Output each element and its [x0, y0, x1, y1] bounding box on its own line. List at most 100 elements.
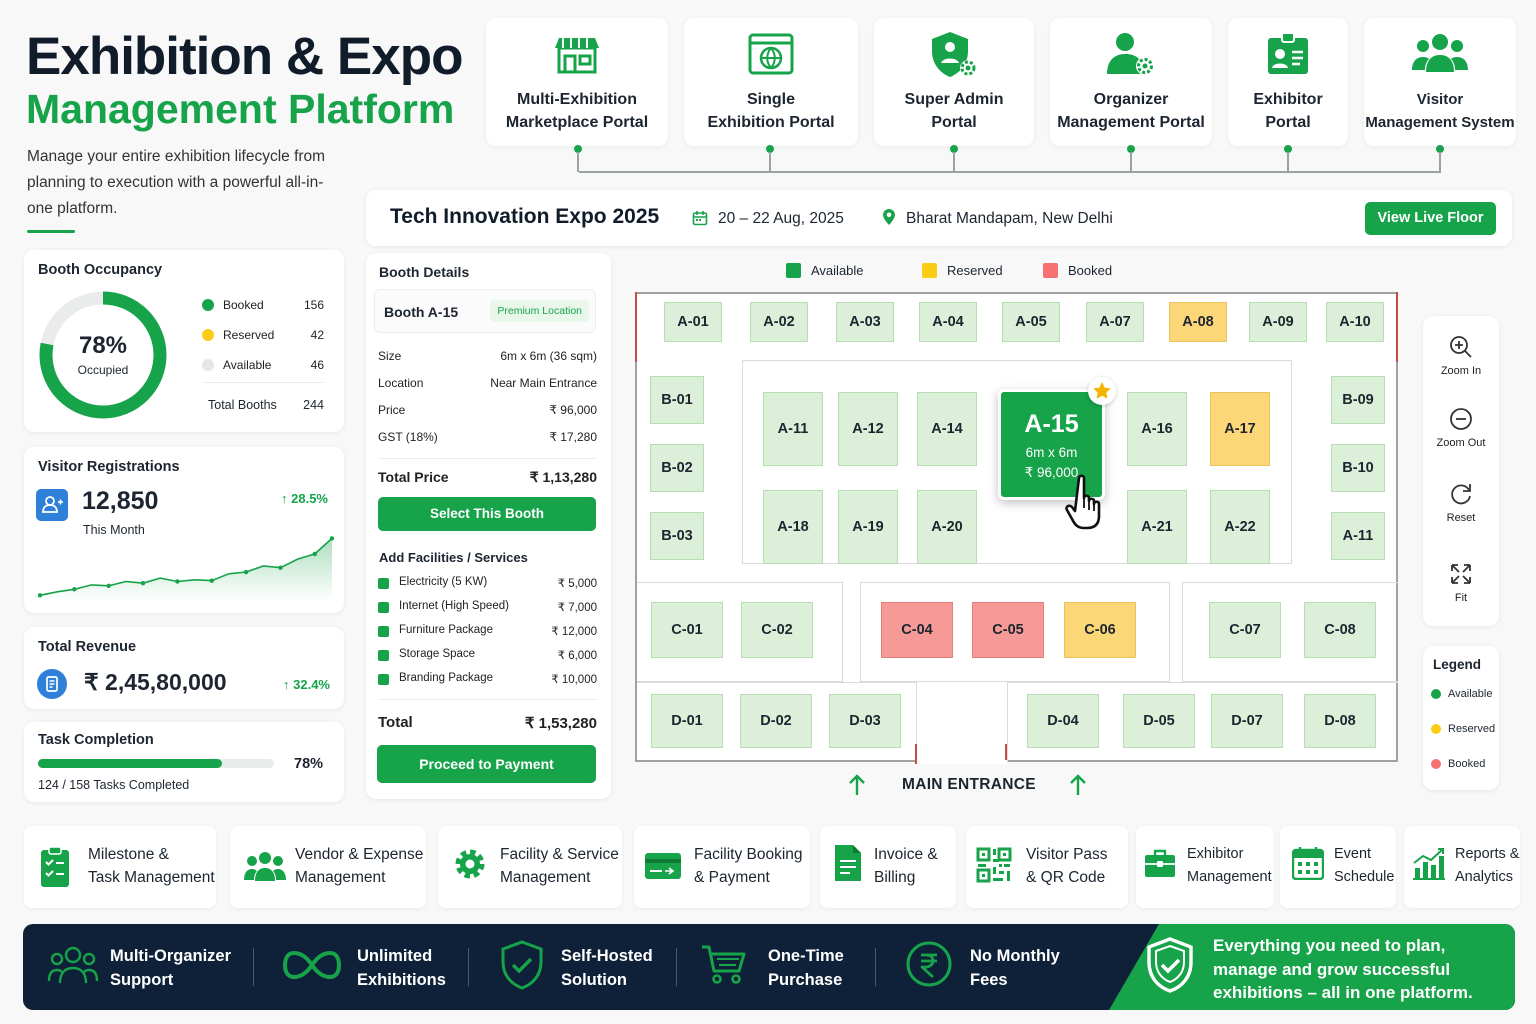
trend-point [329, 536, 335, 541]
feature-facility-service[interactable]: Facility & Service Management [438, 826, 622, 908]
booth-a-20[interactable]: A-20 [917, 490, 977, 564]
booth-a-10[interactable]: A-10 [1326, 302, 1384, 342]
revenue-change: ↑ 32.4% [283, 677, 330, 692]
reset-button[interactable]: Reset [1423, 481, 1499, 524]
booth-c-08[interactable]: C-08 [1304, 602, 1376, 658]
task-progress-track [38, 759, 274, 768]
portal-card-single[interactable]: Single Exhibition Portal [684, 18, 858, 146]
booth-b-03[interactable]: B-03 [650, 512, 704, 560]
booth-a-03[interactable]: A-03 [836, 302, 894, 342]
feature-exhibitor[interactable]: Exhibitor Management [1136, 826, 1274, 908]
booth-c-07[interactable]: C-07 [1209, 602, 1281, 658]
tagline: Everything you need to plan, manage and … [1213, 934, 1473, 1005]
feature-invoice[interactable]: Invoice & Billing [820, 826, 956, 908]
booth-b-10[interactable]: B-10 [1331, 444, 1385, 492]
facility-item[interactable]: Storage Space ₹ 6,000 [378, 648, 597, 662]
bar-chart-icon [1413, 848, 1445, 880]
booth-a-17[interactable]: A-17 [1210, 392, 1270, 466]
fit-button[interactable]: Fit [1423, 561, 1499, 604]
wallet-icon [37, 669, 67, 699]
feature-label: Billing [874, 869, 916, 886]
facility-item[interactable]: Internet (High Speed) ₹ 7,000 [378, 600, 597, 614]
facility-price: ₹ 12,000 [551, 626, 597, 638]
booth-a-02[interactable]: A-02 [750, 302, 808, 342]
facility-item[interactable]: Branding Package ₹ 10,000 [378, 672, 597, 686]
bottom-feature-label: Exhibitions [357, 971, 446, 989]
booth-a-01[interactable]: A-01 [664, 302, 722, 342]
legend-label: Booked [1448, 758, 1486, 770]
checkbox-checked-icon[interactable] [378, 674, 389, 685]
portal-label: Super Admin [904, 91, 1004, 108]
booth-a-11[interactable]: A-11 [763, 392, 823, 466]
booth-d-03[interactable]: D-03 [829, 694, 901, 748]
facility-item[interactable]: Furniture Package ₹ 12,000 [378, 624, 597, 638]
occupancy-title: Booth Occupancy [38, 262, 163, 278]
checkbox-checked-icon[interactable] [378, 626, 389, 637]
facility-item[interactable]: Electricity (5 KW) ₹ 5,000 [378, 576, 597, 590]
booth-a-12[interactable]: A-12 [838, 392, 898, 466]
main-entrance-label: MAIN ENTRANCE [902, 776, 1036, 793]
reset-icon [1451, 484, 1471, 505]
feature-label: Management [1187, 869, 1272, 885]
hand-cursor-icon [1065, 474, 1101, 530]
booth-d-04[interactable]: D-04 [1027, 694, 1099, 748]
checkbox-checked-icon[interactable] [378, 650, 389, 661]
portal-card-super-admin[interactable]: Super Admin Portal [874, 18, 1034, 146]
booth-a-21[interactable]: A-21 [1127, 490, 1187, 564]
booth-a-14[interactable]: A-14 [917, 392, 977, 466]
proceed-to-payment-button[interactable]: Proceed to Payment [377, 745, 596, 783]
booth-d-07[interactable]: D-07 [1211, 694, 1283, 748]
booth-size-row: Size 6m x 6m (36 sqm) [378, 349, 597, 363]
legend-label: Available [1448, 688, 1493, 700]
booth-a-07[interactable]: A-07 [1086, 302, 1144, 342]
checkbox-checked-icon[interactable] [378, 578, 389, 589]
select-booth-button[interactable]: Select This Booth [378, 497, 596, 531]
total-booths-label: Total Booths [208, 398, 277, 412]
booth-a-16[interactable]: A-16 [1127, 392, 1187, 466]
feature-vendor[interactable]: Vendor & Expense Management [230, 826, 426, 908]
booth-d-02[interactable]: D-02 [740, 694, 812, 748]
booth-d-08[interactable]: D-08 [1304, 694, 1376, 748]
booth-c-02[interactable]: C-02 [741, 602, 813, 658]
portal-card-visitor[interactable]: Visitor Management System [1364, 18, 1516, 146]
booth-a-18[interactable]: A-18 [763, 490, 823, 564]
booth-b-09[interactable]: B-09 [1331, 376, 1385, 424]
booth-a-04[interactable]: A-04 [919, 302, 977, 342]
arrow-up-icon [849, 774, 865, 795]
zoom-out-icon [1450, 408, 1472, 430]
booth-a-05[interactable]: A-05 [1002, 302, 1060, 342]
portal-card-marketplace[interactable]: Multi-Exhibition Marketplace Portal [486, 18, 668, 146]
checkbox-checked-icon[interactable] [378, 602, 389, 613]
booth-d-05[interactable]: D-05 [1123, 694, 1195, 748]
booth-c-01[interactable]: C-01 [651, 602, 723, 658]
booth-a-22[interactable]: A-22 [1210, 490, 1270, 564]
tool-label: Fit [1454, 592, 1468, 604]
feature-event-schedule[interactable]: Event Schedule [1280, 826, 1396, 908]
booth-c-05[interactable]: C-05 [972, 602, 1044, 658]
occupancy-percent: 78% [78, 332, 128, 359]
feature-reports[interactable]: Reports & Analytics [1404, 826, 1520, 908]
feature-milestone[interactable]: Milestone & Task Management [24, 826, 216, 908]
store-icon [555, 38, 599, 74]
portal-card-organizer[interactable]: Organizer Management Portal [1050, 18, 1212, 146]
zoom-out-button[interactable]: Zoom Out [1423, 406, 1499, 449]
portal-label: Multi-Exhibition [517, 91, 637, 108]
booth-b-02[interactable]: B-02 [650, 444, 704, 492]
feature-facility-booking[interactable]: Facility Booking & Payment [634, 826, 810, 908]
booth-d-01[interactable]: D-01 [651, 694, 723, 748]
premium-badge: Premium Location [490, 300, 589, 322]
booth-a-08[interactable]: A-08 [1169, 302, 1227, 342]
booth-a-09[interactable]: A-09 [1249, 302, 1307, 342]
booth-a-11[interactable]: A-11 [1331, 512, 1385, 560]
view-live-floor-button[interactable]: View Live Floor [1365, 202, 1496, 235]
facility-price: ₹ 5,000 [557, 578, 597, 590]
booth-c-04[interactable]: C-04 [881, 602, 953, 658]
booth-c-06[interactable]: C-06 [1064, 602, 1136, 658]
cart-icon [702, 945, 746, 984]
zoom-in-button[interactable]: Zoom In [1423, 334, 1499, 377]
booth-b-01[interactable]: B-01 [650, 376, 704, 424]
booth-a-19[interactable]: A-19 [838, 490, 898, 564]
portal-card-exhibitor[interactable]: Exhibitor Portal [1228, 18, 1348, 146]
feature-visitor-pass[interactable]: Visitor Pass & QR Code [966, 826, 1128, 908]
portal-label: Management Portal [1057, 114, 1205, 131]
